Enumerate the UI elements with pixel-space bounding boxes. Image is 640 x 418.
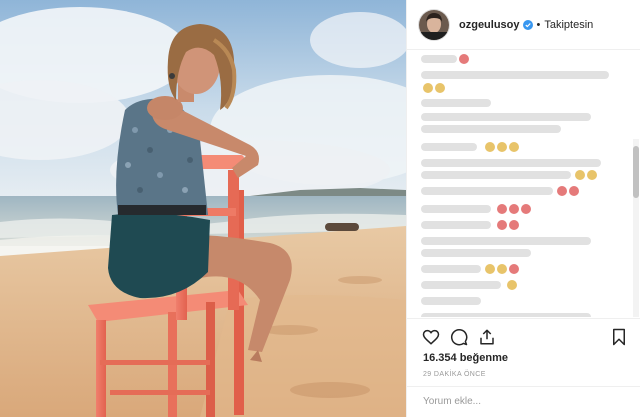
avatar[interactable]	[419, 9, 449, 40]
emoji-icon	[557, 186, 567, 196]
comment-row	[421, 297, 481, 305]
emoji-icon	[509, 142, 519, 152]
comment-icon[interactable]	[449, 327, 469, 347]
post-sidebar: ozgeulusoy • Takiptesin 16.354 beğenme 2…	[406, 0, 640, 417]
emoji-icon	[485, 264, 495, 274]
emoji-icon	[569, 186, 579, 196]
comment-row	[421, 171, 571, 179]
comment-row	[421, 71, 609, 79]
username[interactable]: ozgeulusoy	[459, 19, 520, 31]
emoji-icon	[509, 220, 519, 230]
comment-row	[421, 187, 553, 195]
emoji-icon	[435, 83, 445, 93]
comment-row	[421, 313, 591, 317]
emoji-icon	[459, 54, 469, 64]
comment-row	[421, 221, 491, 229]
emoji-icon	[497, 220, 507, 230]
like-count[interactable]: 16.354 beğenme	[423, 352, 508, 364]
share-icon[interactable]	[477, 327, 497, 347]
emoji-icon	[521, 204, 531, 214]
comments-list[interactable]	[407, 51, 640, 317]
comment-row	[421, 265, 481, 273]
avatar-image	[419, 9, 449, 40]
beach-photo	[0, 0, 406, 417]
comment-row	[421, 205, 491, 213]
scrollbar-thumb[interactable]	[633, 146, 639, 198]
emoji-icon	[575, 170, 585, 180]
emoji-icon	[497, 142, 507, 152]
heart-icon[interactable]	[421, 327, 441, 347]
emoji-icon	[509, 264, 519, 274]
emoji-icon	[423, 83, 433, 93]
comment-row	[421, 249, 531, 257]
post-photo	[0, 0, 406, 417]
comment-input[interactable]	[421, 395, 625, 408]
separator-dot: •	[536, 18, 541, 31]
post-header: ozgeulusoy • Takiptesin	[407, 0, 640, 50]
comment-row	[421, 99, 491, 107]
verified-badge-icon	[522, 19, 533, 30]
comment-row	[421, 281, 501, 289]
emoji-icon	[507, 280, 517, 290]
comment-form	[407, 386, 640, 418]
follow-status[interactable]: Takiptesin	[544, 19, 593, 31]
comment-row	[421, 55, 457, 63]
post-timestamp[interactable]: 29 DAKİKA ÖNCE	[423, 371, 486, 378]
post-actions: 16.354 beğenme 29 DAKİKA ÖNCE	[407, 318, 640, 417]
emoji-icon	[497, 204, 507, 214]
emoji-icon	[497, 264, 507, 274]
comment-row	[421, 143, 477, 151]
emoji-icon	[509, 204, 519, 214]
emoji-icon	[587, 170, 597, 180]
comment-row	[421, 125, 561, 133]
comment-row	[421, 237, 591, 245]
emoji-icon	[485, 142, 495, 152]
bookmark-icon[interactable]	[609, 327, 629, 347]
comment-row	[421, 113, 591, 121]
comment-row	[421, 159, 601, 167]
